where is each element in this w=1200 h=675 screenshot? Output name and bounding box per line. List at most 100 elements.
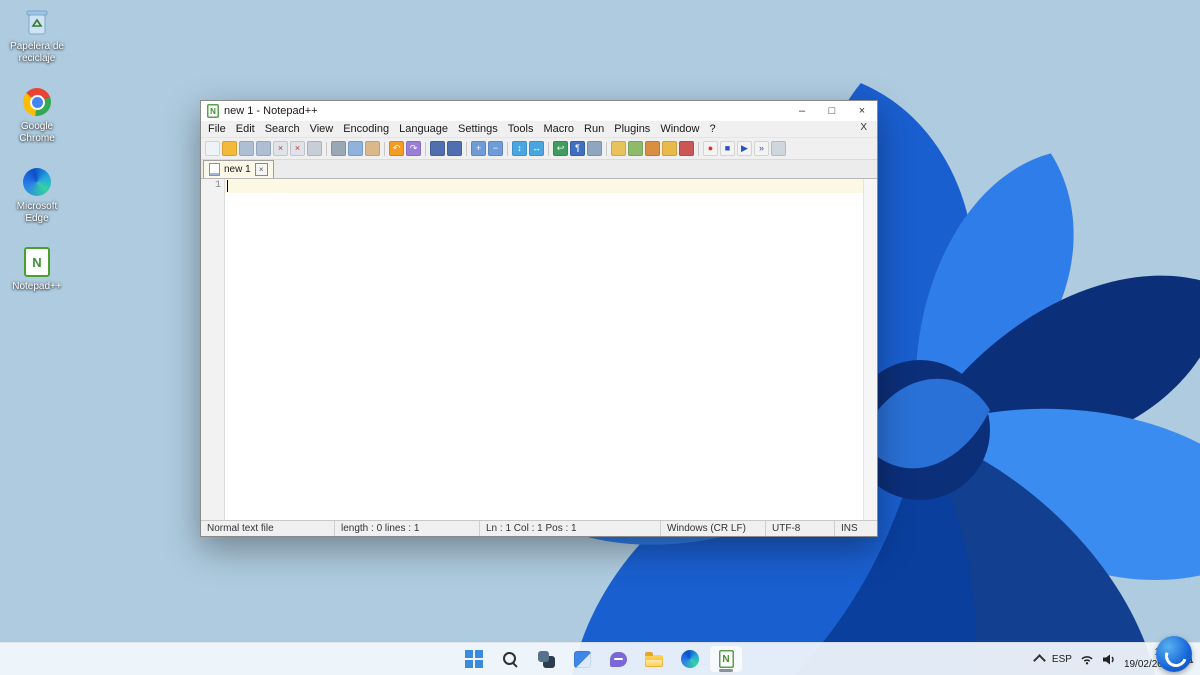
- status-doc-type: Normal text file: [207, 523, 274, 534]
- toolbar-function-list-icon[interactable]: [645, 141, 660, 156]
- toolbar-document-map-icon[interactable]: [611, 141, 626, 156]
- toolbar-monitoring-icon[interactable]: [679, 141, 694, 156]
- toolbar-folder-as-workspace-icon[interactable]: [662, 141, 677, 156]
- toolbar-close-file-icon[interactable]: ×: [273, 141, 288, 156]
- menu-search[interactable]: Search: [260, 122, 305, 136]
- toolbar-copy-icon[interactable]: [348, 141, 363, 156]
- toolbar-undo-icon[interactable]: ↶: [389, 141, 404, 156]
- desktop-icon-notepad-plus-plus[interactable]: Notepad++: [4, 246, 70, 293]
- toolbar-record-macro-icon[interactable]: ●: [703, 141, 718, 156]
- toolbar-save-all-icon[interactable]: [256, 141, 271, 156]
- toolbar-find-icon[interactable]: [430, 141, 445, 156]
- taskbar-edge-button[interactable]: [673, 645, 707, 673]
- desktop[interactable]: Papelera de reciclaje Google Chrome Micr…: [0, 0, 1200, 675]
- toolbar-indent-guide-icon[interactable]: [587, 141, 602, 156]
- status-cursor-position: Ln : 1 Col : 1 Pos : 1: [479, 521, 660, 536]
- menu-close-button[interactable]: X: [856, 121, 871, 134]
- toolbar-zoom-in-icon[interactable]: +: [471, 141, 486, 156]
- desktop-icon-label: Google Chrome: [19, 121, 55, 144]
- desktop-icon-recycle-bin[interactable]: Papelera de reciclaje: [4, 6, 70, 64]
- tray-chevron-up-icon[interactable]: [1033, 654, 1046, 667]
- taskbar-start-button[interactable]: [457, 645, 491, 673]
- menu-window[interactable]: Window: [655, 122, 704, 136]
- toolbar-separator: [507, 141, 508, 156]
- help-bubble-icon[interactable]: [1156, 636, 1192, 672]
- menu-bar: File Edit Search View Encoding Language Settin…: [201, 121, 877, 137]
- chat-icon: [609, 651, 627, 667]
- task-view-icon: [537, 650, 555, 668]
- desktop-icon-microsoft-edge[interactable]: Microsoft Edge: [4, 166, 70, 224]
- window-titlebar[interactable]: new 1 - Notepad++ – □ ×: [201, 101, 877, 121]
- toolbar-playback-macro-icon[interactable]: ▶: [737, 141, 752, 156]
- desktop-icon-label: Papelera de reciclaje: [10, 41, 64, 64]
- menu-tools[interactable]: Tools: [503, 122, 539, 136]
- toolbar-sync-horizontal-icon[interactable]: ↔: [529, 141, 544, 156]
- toolbar-print-icon[interactable]: [307, 141, 322, 156]
- toolbar-save-recorded-macro-icon[interactable]: [771, 141, 786, 156]
- edge-icon: [23, 166, 51, 198]
- network-icon[interactable]: [1080, 653, 1094, 665]
- tab-label: new 1: [224, 164, 251, 175]
- toolbar: × × ↶ ↷ + − ↕ ↔ ↩ ¶ ● ■ ▶»: [201, 137, 877, 160]
- chrome-icon: [23, 86, 51, 118]
- editor-vertical-scrollbar[interactable]: [863, 179, 877, 520]
- volume-icon[interactable]: [1102, 653, 1116, 666]
- toolbar-zoom-out-icon[interactable]: −: [488, 141, 503, 156]
- toolbar-separator: [326, 141, 327, 156]
- tab-new-1[interactable]: new 1 ×: [203, 160, 274, 178]
- menu-view[interactable]: View: [305, 122, 339, 136]
- toolbar-open-file-icon[interactable]: [222, 141, 237, 156]
- toolbar-save-file-icon[interactable]: [239, 141, 254, 156]
- taskbar-file-explorer-button[interactable]: [637, 645, 671, 673]
- document-icon: [209, 163, 220, 176]
- toolbar-cut-icon[interactable]: [331, 141, 346, 156]
- taskbar-widgets-button[interactable]: [565, 645, 599, 673]
- tab-close-icon[interactable]: ×: [254, 163, 268, 176]
- menu-edit[interactable]: Edit: [231, 122, 260, 136]
- taskbar-task-view-button[interactable]: [529, 645, 563, 673]
- toolbar-redo-icon[interactable]: ↷: [406, 141, 421, 156]
- menu-file[interactable]: File: [203, 122, 231, 136]
- menu-encoding[interactable]: Encoding: [338, 122, 394, 136]
- taskbar-search-button[interactable]: [493, 645, 527, 673]
- minimize-button[interactable]: –: [787, 101, 817, 121]
- menu-help[interactable]: ?: [704, 122, 720, 136]
- desktop-icon-google-chrome[interactable]: Google Chrome: [4, 86, 70, 144]
- notepadpp-window: new 1 - Notepad++ – □ × FileEditSearchVi…: [200, 100, 878, 537]
- window-title: new 1 - Notepad++: [224, 105, 318, 117]
- start-icon: [465, 650, 483, 668]
- toolbar-document-list-icon[interactable]: [628, 141, 643, 156]
- toolbar-paste-icon[interactable]: [365, 141, 380, 156]
- toolbar-sync-vertical-icon[interactable]: ↕: [512, 141, 527, 156]
- status-encoding[interactable]: UTF-8: [765, 521, 834, 536]
- language-indicator[interactable]: ESP: [1052, 654, 1072, 665]
- menu-plugins[interactable]: Plugins: [609, 122, 655, 136]
- taskbar-notepad-plus-plus-button[interactable]: [709, 645, 743, 673]
- menu-macro[interactable]: Macro: [538, 122, 579, 136]
- toolbar-stop-recording-icon[interactable]: ■: [720, 141, 735, 156]
- desktop-icon-label: Notepad++: [12, 281, 62, 292]
- toolbar-close-all-icon[interactable]: ×: [290, 141, 305, 156]
- file-explorer-icon: [645, 652, 663, 667]
- status-insert-mode[interactable]: INS: [834, 521, 877, 536]
- close-button[interactable]: ×: [847, 101, 877, 121]
- toolbar-new-file-icon[interactable]: [205, 141, 220, 156]
- notepad-plus-plus-app-icon: [207, 104, 219, 118]
- taskbar-chat-button[interactable]: [601, 645, 635, 673]
- toolbar-separator: [548, 141, 549, 156]
- text-editing-area[interactable]: [225, 179, 863, 520]
- toolbar-word-wrap-icon[interactable]: ↩: [553, 141, 568, 156]
- toolbar-separator: [384, 141, 385, 156]
- maximize-button[interactable]: □: [817, 101, 847, 121]
- toolbar-run-macro-multiple-times-icon[interactable]: »: [754, 141, 769, 156]
- notepad-plus-plus-icon: [24, 246, 50, 278]
- menu-language[interactable]: Language: [394, 122, 453, 136]
- toolbar-separator: [466, 141, 467, 156]
- widgets-icon: [573, 650, 591, 668]
- toolbar-show-all-characters-icon[interactable]: ¶: [570, 141, 585, 156]
- status-eol-format[interactable]: Windows (CR LF): [660, 521, 765, 536]
- status-length-lines: length : 0 lines : 1: [334, 521, 479, 536]
- menu-run[interactable]: Run: [579, 122, 609, 136]
- toolbar-replace-icon[interactable]: [447, 141, 462, 156]
- menu-settings[interactable]: Settings: [453, 122, 503, 136]
